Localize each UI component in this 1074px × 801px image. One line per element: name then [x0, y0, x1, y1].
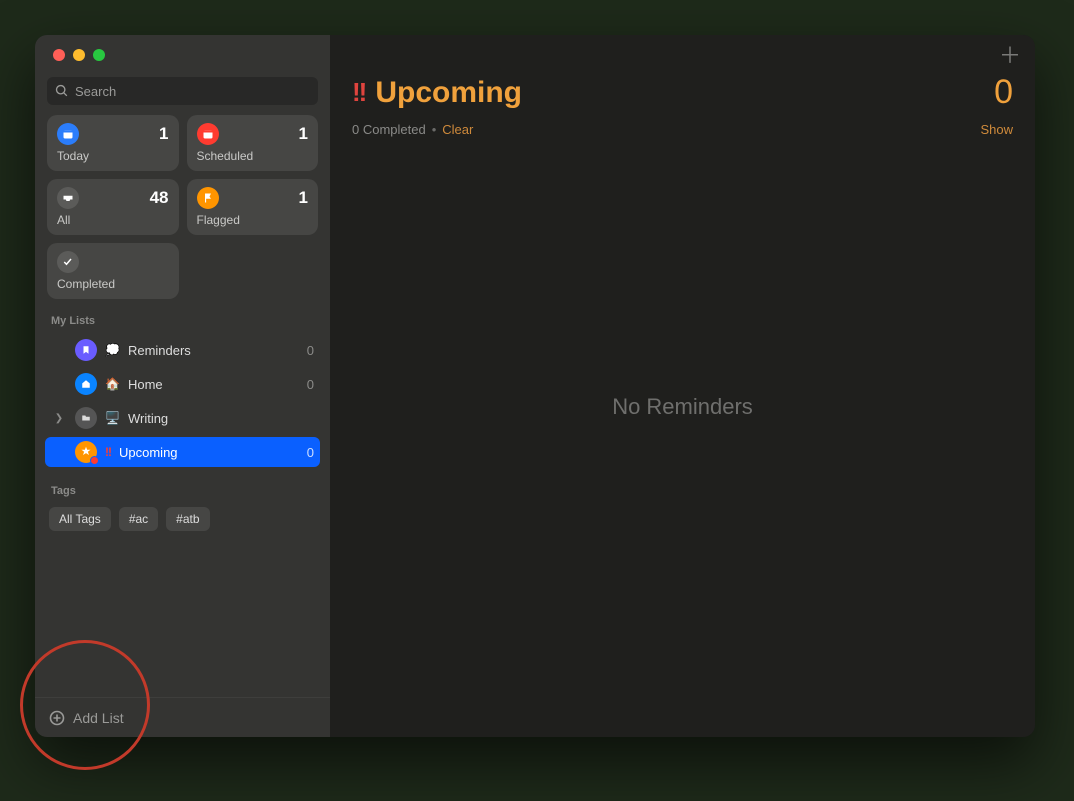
smart-scheduled-count: 1	[299, 124, 308, 144]
house-icon	[75, 373, 97, 395]
smart-flagged-label: Flagged	[197, 213, 309, 227]
smart-completed-label: Completed	[57, 277, 169, 291]
maximize-window-button[interactable]	[93, 49, 105, 61]
search-icon	[55, 84, 69, 98]
add-list-button[interactable]: Add List	[35, 697, 330, 737]
list-name: Home	[128, 377, 299, 392]
list-name: Writing	[128, 411, 314, 426]
sidebar: 1 Today 1 Scheduled 48	[35, 35, 330, 737]
smart-today-label: Today	[57, 149, 169, 163]
smart-all-label: All	[57, 213, 169, 227]
separator-dot: •	[432, 122, 437, 137]
list-name: Reminders	[128, 343, 299, 358]
smart-lists: 1 Today 1 Scheduled 48	[35, 115, 330, 299]
flag-icon	[197, 187, 219, 209]
priority-icon: !!	[352, 77, 365, 108]
close-window-button[interactable]	[53, 49, 65, 61]
list-emoji: 🏠	[105, 377, 120, 391]
smart-today-count: 1	[159, 124, 168, 144]
search-field[interactable]	[47, 77, 318, 105]
empty-state-text: No Reminders	[330, 137, 1035, 737]
list-count: 0	[307, 343, 314, 358]
smart-flagged-count: 1	[299, 188, 308, 208]
calendar-icon	[57, 123, 79, 145]
checkmark-icon	[57, 251, 79, 273]
window-controls	[35, 35, 330, 73]
calendar-icon	[197, 123, 219, 145]
tags-heading: Tags	[35, 469, 330, 503]
tray-icon	[57, 187, 79, 209]
smart-list-icon	[75, 441, 97, 463]
completed-count-text: 0 Completed	[352, 122, 426, 137]
smart-scheduled-label: Scheduled	[197, 149, 309, 163]
tags-row: All Tags #ac #atb	[35, 503, 330, 535]
list-item-reminders[interactable]: 💭 Reminders 0	[45, 335, 320, 365]
list-item-writing[interactable]: ❯ 🖥️ Writing	[45, 403, 320, 433]
tag-atb[interactable]: #atb	[166, 507, 209, 531]
smart-list-all[interactable]: 48 All	[47, 179, 179, 235]
main-header: !! Upcoming 0	[330, 67, 1035, 112]
list-count: 0	[307, 445, 314, 460]
list-item-home[interactable]: 🏠 Home 0	[45, 369, 320, 399]
list-emoji: 💭	[105, 343, 120, 357]
smart-list-today[interactable]: 1 Today	[47, 115, 179, 171]
smart-all-count: 48	[150, 188, 169, 208]
my-lists-heading: My Lists	[35, 299, 330, 333]
chevron-right-icon[interactable]: ❯	[51, 413, 67, 424]
minimize-window-button[interactable]	[73, 49, 85, 61]
new-reminder-button[interactable]: ＋	[999, 45, 1021, 67]
gear-badge-icon	[90, 456, 99, 465]
app-window: 1 Today 1 Scheduled 48	[35, 35, 1035, 737]
subheader: 0 Completed • Clear Show	[330, 112, 1035, 137]
show-button[interactable]: Show	[980, 122, 1013, 137]
smart-list-flagged[interactable]: 1 Flagged	[187, 179, 319, 235]
list-name: Upcoming	[119, 445, 299, 460]
priority-icon: !!	[105, 445, 111, 459]
smart-list-scheduled[interactable]: 1 Scheduled	[187, 115, 319, 171]
list-count: 0	[307, 377, 314, 392]
folder-icon	[75, 407, 97, 429]
clear-button[interactable]: Clear	[442, 122, 473, 137]
total-count: 0	[994, 73, 1013, 112]
search-input[interactable]	[75, 84, 310, 99]
add-list-label: Add List	[73, 710, 124, 726]
bookmark-icon	[75, 339, 97, 361]
tag-all[interactable]: All Tags	[49, 507, 111, 531]
list-item-upcoming[interactable]: !! Upcoming 0	[45, 437, 320, 467]
main-pane: ＋ !! Upcoming 0 0 Completed • Clear Show…	[330, 35, 1035, 737]
page-title: Upcoming	[375, 76, 522, 110]
tag-ac[interactable]: #ac	[119, 507, 158, 531]
smart-list-completed[interactable]: Completed	[47, 243, 179, 299]
list-emoji: 🖥️	[105, 411, 120, 425]
plus-circle-icon	[49, 710, 65, 726]
